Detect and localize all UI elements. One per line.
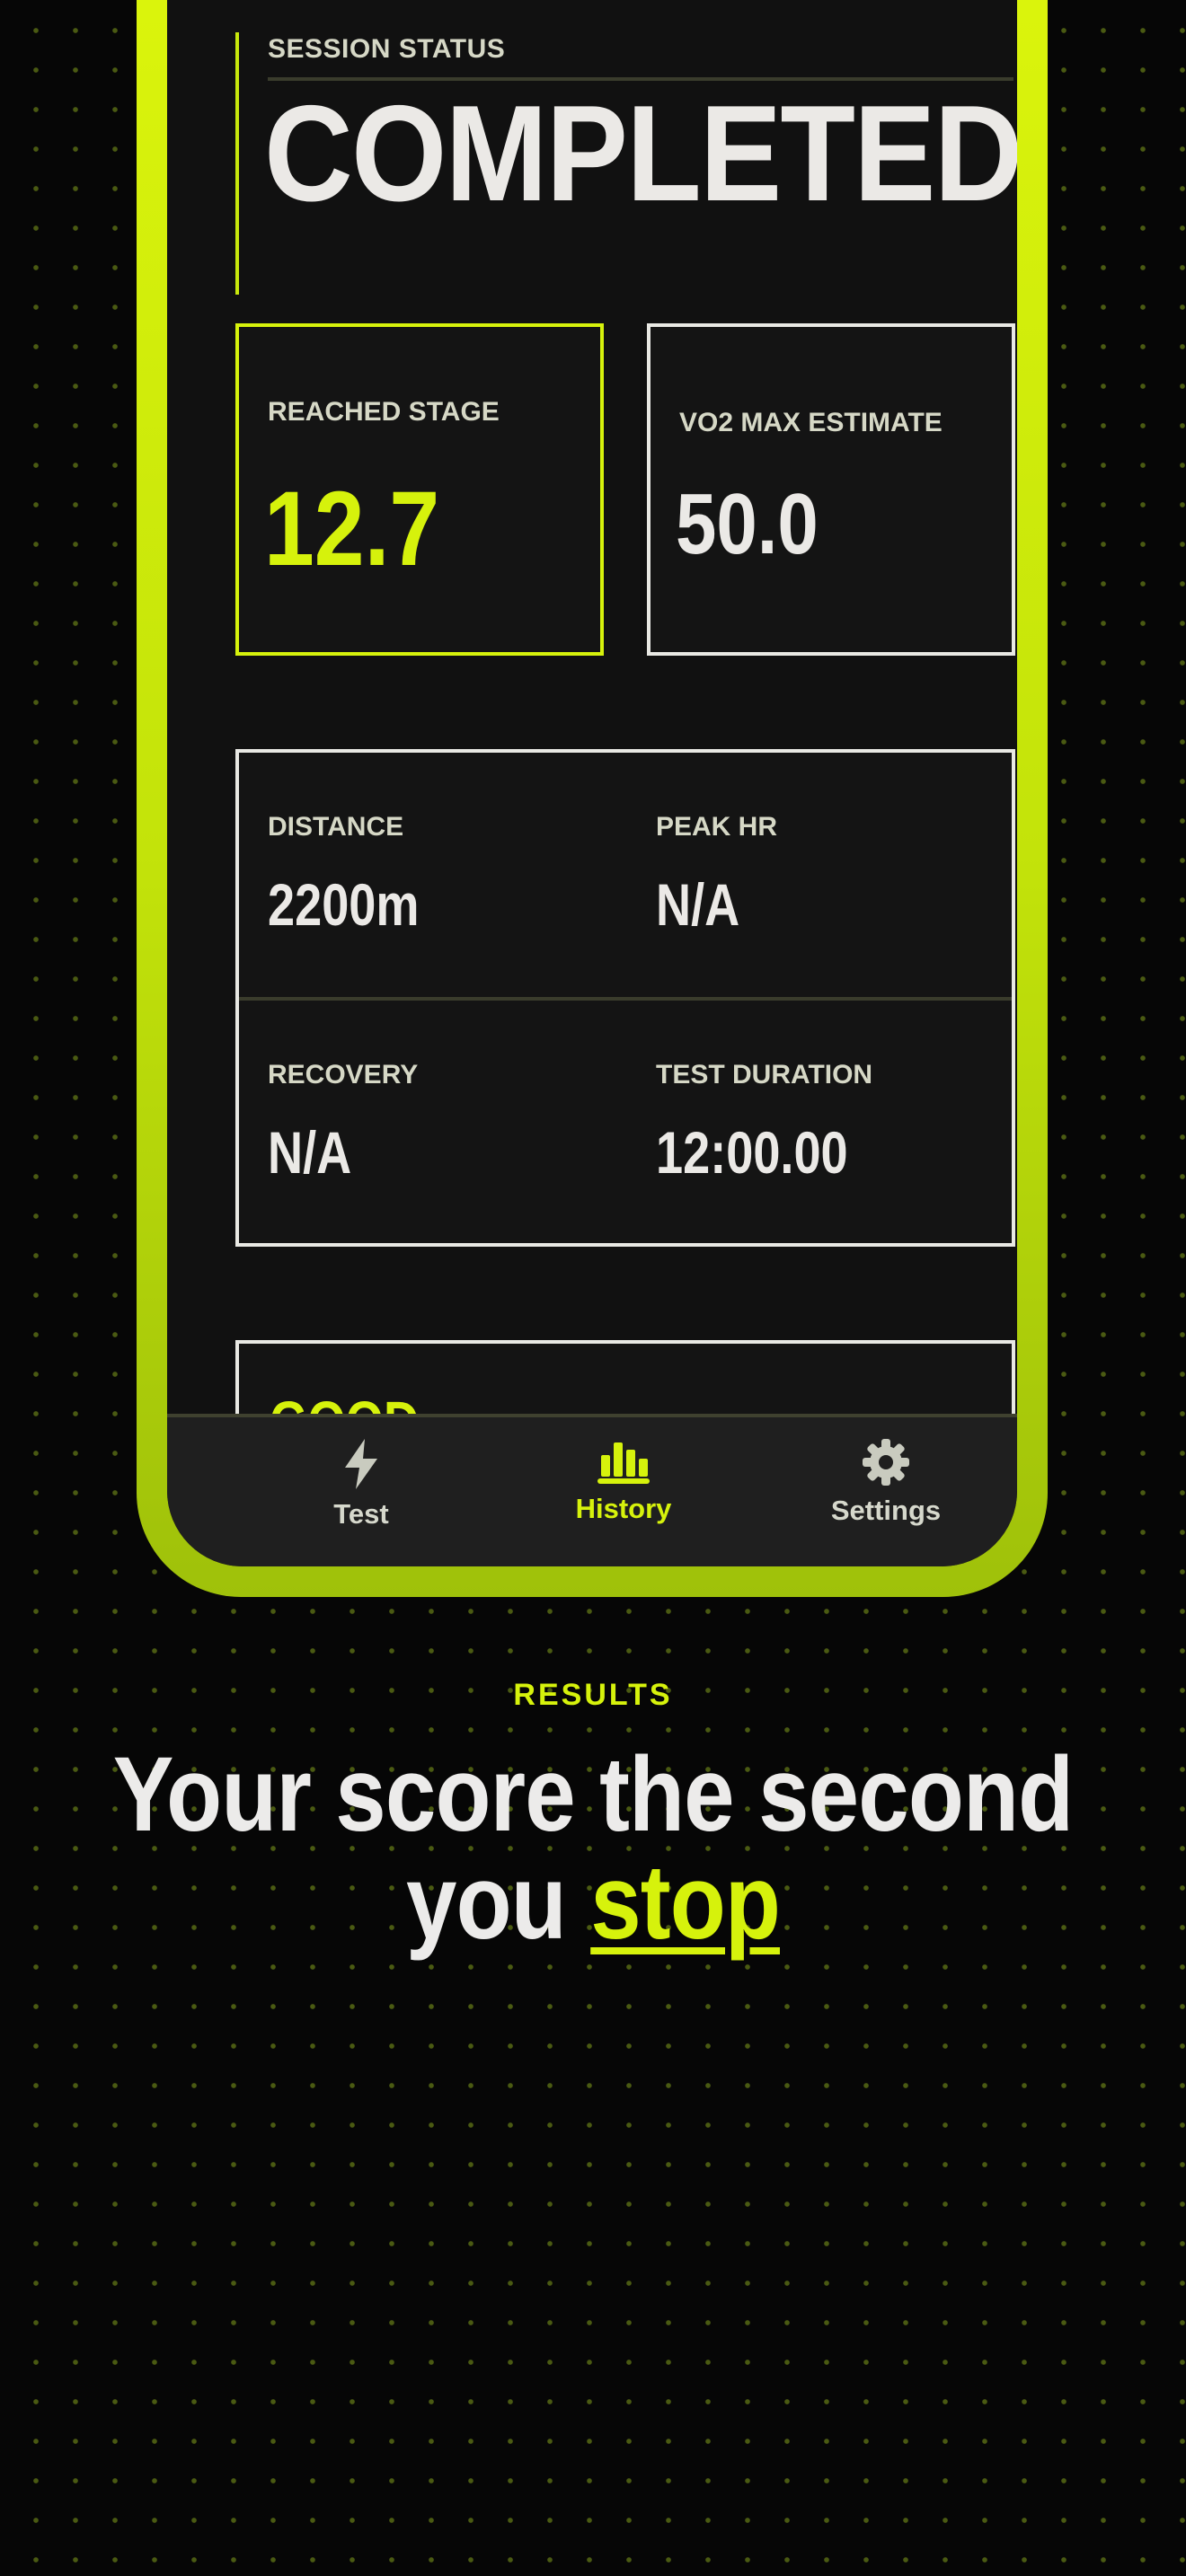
tab-settings-label: Settings bbox=[830, 1495, 942, 1526]
tab-test-label: Test bbox=[333, 1498, 389, 1530]
recovery-label: RECOVERY bbox=[268, 1060, 419, 1090]
test-duration-value: 12:00.00 bbox=[656, 1119, 848, 1186]
session-status-label: SESSION STATUS bbox=[268, 34, 506, 64]
tab-history-label: History bbox=[575, 1493, 672, 1524]
peak-hr-label: PEAK HR bbox=[656, 812, 778, 842]
status-accent-bar bbox=[235, 32, 239, 295]
recovery-value: N/A bbox=[268, 1119, 352, 1186]
marketing-headline: Your score the second you stop bbox=[0, 1741, 1186, 1956]
headline-line-1: Your score the second bbox=[112, 1735, 1074, 1854]
session-status-value: COMPLETED bbox=[264, 77, 1017, 230]
tab-settings[interactable]: Settings bbox=[778, 1437, 994, 1548]
reached-stage-card: REACHED STAGE 12.7 bbox=[235, 323, 604, 656]
vo2max-value: 50.0 bbox=[676, 476, 819, 572]
tab-bar: Test History Settings bbox=[167, 1414, 1017, 1566]
vo2max-card: VO2 MAX ESTIMATE 50.0 bbox=[647, 323, 1015, 656]
peak-hr-value: N/A bbox=[656, 871, 740, 938]
phone-frame: SESSION STATUS COMPLETED REACHED STAGE 1… bbox=[137, 0, 1048, 1597]
bar-chart-icon bbox=[597, 1442, 650, 1484]
metrics-grid: DISTANCE 2200m PEAK HR N/A RECOVERY N/A … bbox=[235, 749, 1015, 1247]
app-screen: SESSION STATUS COMPLETED REACHED STAGE 1… bbox=[167, 0, 1017, 1566]
distance-value: 2200m bbox=[268, 871, 420, 938]
distance-label: DISTANCE bbox=[268, 812, 404, 842]
bolt-icon bbox=[345, 1439, 377, 1489]
test-duration-label: TEST DURATION bbox=[656, 1060, 873, 1090]
vo2max-label: VO2 MAX ESTIMATE bbox=[679, 408, 943, 437]
reached-stage-label: REACHED STAGE bbox=[268, 397, 500, 427]
headline-line-2: you stop bbox=[83, 1848, 1102, 1956]
headline-highlight: stop bbox=[590, 1843, 781, 1962]
tab-history[interactable]: History bbox=[516, 1437, 731, 1548]
headline-prefix: you bbox=[406, 1843, 567, 1962]
results-eyebrow: RESULTS bbox=[513, 1678, 673, 1712]
metrics-divider bbox=[239, 997, 1012, 1001]
gear-icon bbox=[863, 1439, 909, 1486]
tab-test[interactable]: Test bbox=[253, 1437, 469, 1548]
reached-stage-value: 12.7 bbox=[264, 470, 440, 588]
